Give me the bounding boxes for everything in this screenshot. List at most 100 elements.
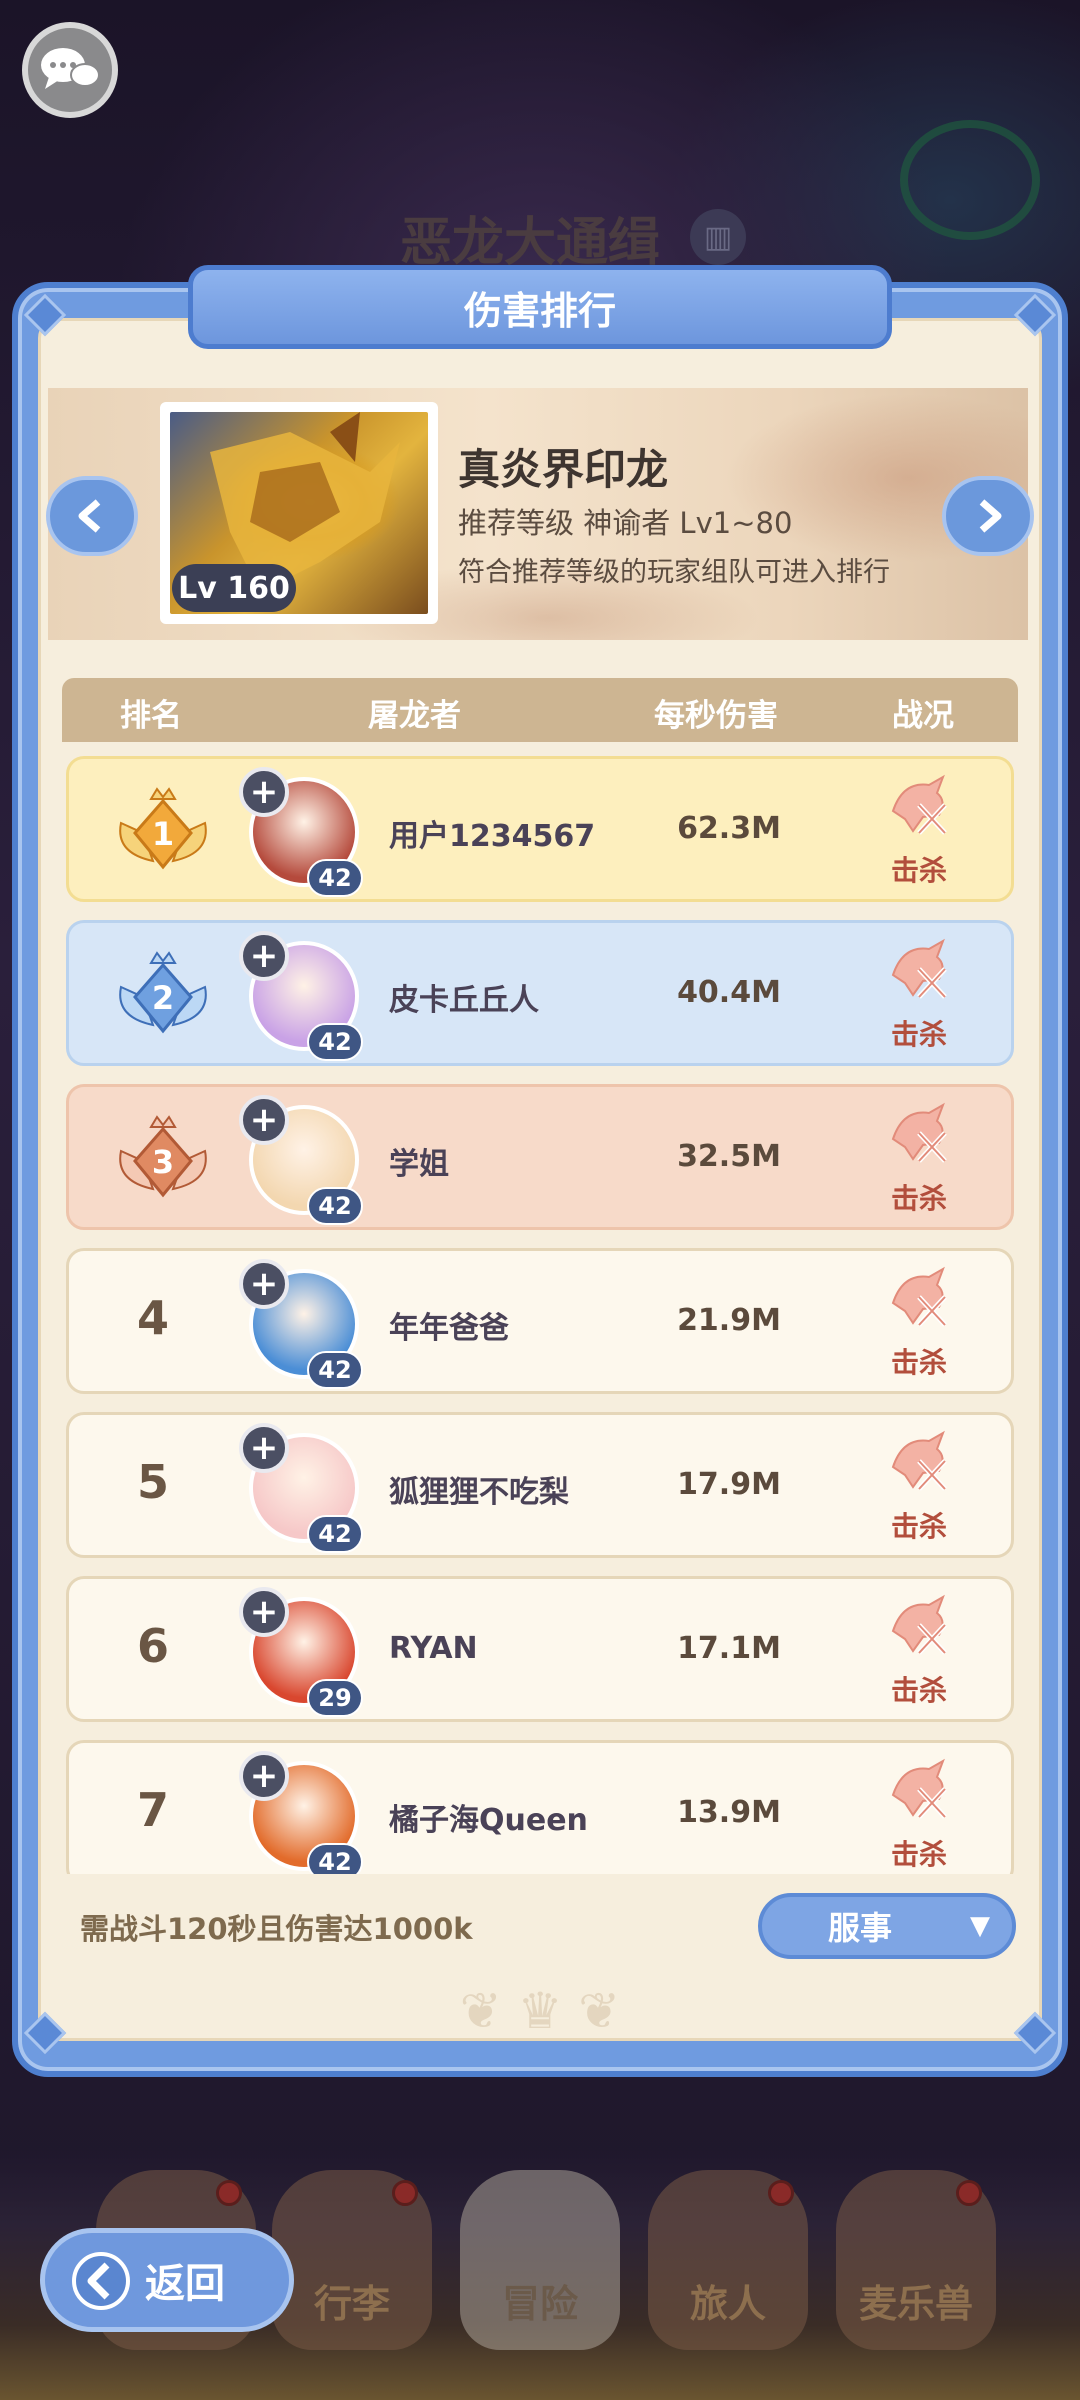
player-name: 狐狸狸不吃梨 — [389, 1475, 569, 1510]
back-arrow-icon — [72, 2252, 130, 2310]
boss-level-badge: Lv 160 — [172, 564, 296, 612]
battle-result: 击杀 — [869, 933, 969, 1059]
player-level-badge: 42 — [307, 1515, 363, 1553]
add-friend-icon[interactable]: + — [239, 1259, 289, 1309]
battle-result: 击杀 — [869, 1753, 969, 1874]
battle-result: 击杀 — [869, 769, 969, 895]
add-friend-icon[interactable]: + — [239, 1587, 289, 1637]
cat-ornament-icon: ❦ ♛ ❦ — [459, 1982, 621, 2040]
player-dps: 32.5M — [677, 1139, 781, 1174]
chat-bubbles-icon — [41, 48, 100, 89]
tab-traveler-label: 旅人 — [689, 2282, 766, 2326]
dragon-kill-icon — [891, 1430, 947, 1491]
player-level-badge: 42 — [307, 1023, 363, 1061]
back-button-label: 返回 — [145, 2261, 225, 2307]
player-avatar[interactable]: + 42 — [239, 767, 369, 897]
server-filter-dropdown[interactable]: 服事 ▼ — [758, 1893, 1016, 1959]
tab-pet-label: 麦乐兽 — [858, 2282, 973, 2326]
back-button[interactable]: 返回 — [40, 2228, 294, 2332]
background-ring-decoration — [900, 120, 1040, 240]
player-dps: 21.9M — [677, 1303, 781, 1338]
boss-recommended-level: 推荐等级 神谕者 Lv1~80 — [458, 506, 793, 540]
notification-dot — [768, 2180, 794, 2206]
player-dps: 17.1M — [677, 1631, 781, 1666]
notification-dot — [956, 2180, 982, 2206]
column-header-rank: 排名 — [120, 698, 182, 734]
table-row[interactable]: 5 + 42 狐狸狸不吃梨 17.9M 击杀 — [66, 1412, 1014, 1558]
book-icon[interactable]: ▥ — [690, 209, 747, 265]
player-avatar[interactable]: + 29 — [239, 1587, 369, 1717]
tab-luggage[interactable]: 行李 — [272, 2170, 432, 2350]
svg-text:1: 1 — [152, 815, 174, 853]
table-row[interactable]: 3 + 42 学姐 32.5M 击杀 — [66, 1084, 1014, 1230]
player-level-badge: 42 — [307, 1187, 363, 1225]
player-name: 年年爸爸 — [389, 1311, 509, 1346]
event-title-text: 恶龙大通缉 — [400, 212, 661, 273]
next-boss-button[interactable] — [942, 476, 1034, 556]
rank-medal-icon: 1 — [113, 783, 213, 883]
table-row[interactable]: 1 + 42 用户1234567 62.3M 击杀 — [66, 756, 1014, 902]
rank-medal-icon: 2 — [113, 947, 213, 1047]
player-name: 橘子海Queen — [389, 1803, 588, 1838]
player-level-badge: 29 — [307, 1679, 363, 1717]
rank-number: 5 — [136, 1455, 169, 1509]
add-friend-icon[interactable]: + — [239, 767, 289, 817]
notification-dot — [392, 2180, 418, 2206]
battle-result-label: 击杀 — [890, 1182, 947, 1215]
chat-button[interactable] — [22, 22, 118, 118]
dragon-kill-icon — [891, 1594, 947, 1655]
battle-result: 击杀 — [869, 1425, 969, 1551]
rank-number: 4 — [136, 1291, 169, 1345]
battle-result-label: 击杀 — [890, 1510, 947, 1543]
battle-result-label: 击杀 — [890, 1018, 947, 1051]
player-name: 用户1234567 — [389, 819, 596, 854]
table-row[interactable]: 4 + 42 年年爸爸 21.9M 击杀 — [66, 1248, 1014, 1394]
boss-name: 真炎界印龙 — [458, 445, 669, 494]
rank-medal-icon: 3 — [113, 1111, 213, 1211]
player-avatar[interactable]: + 42 — [239, 1751, 369, 1874]
player-dps: 13.9M — [677, 1795, 781, 1830]
player-avatar[interactable]: + 42 — [239, 1259, 369, 1389]
notification-dot — [216, 2180, 242, 2206]
player-dps: 40.4M — [677, 975, 781, 1010]
player-dps: 62.3M — [677, 811, 781, 846]
tab-pet[interactable]: 麦乐兽 — [836, 2170, 996, 2350]
player-avatar[interactable]: + 42 — [239, 1423, 369, 1553]
boss-ranking-note: 符合推荐等级的玩家组队可进入排行 — [458, 557, 890, 588]
battle-result: 击杀 — [869, 1261, 969, 1387]
chevron-right-icon — [979, 499, 1002, 533]
ranking-table-header: 排名 屠龙者 每秒伤害 战况 — [62, 678, 1018, 742]
table-row[interactable]: 7 + 42 橘子海Queen 13.9M 击杀 — [66, 1740, 1014, 1874]
dragon-kill-icon — [891, 774, 947, 835]
tab-adventure-label: 冒险 — [501, 2282, 578, 2326]
event-title: 恶龙大通缉 ▥ — [400, 202, 820, 273]
rank-number: 6 — [136, 1619, 169, 1673]
tab-adventure[interactable]: 冒险 — [460, 2170, 620, 2350]
ranking-list[interactable]: 1 + 42 用户1234567 62.3M 击杀 2 + 42 皮卡丘丘人 4… — [62, 756, 1018, 1874]
battle-result: 击杀 — [869, 1097, 969, 1223]
tab-luggage-label: 行李 — [313, 2282, 390, 2326]
svg-text:3: 3 — [152, 1143, 174, 1181]
add-friend-icon[interactable]: + — [239, 931, 289, 981]
player-avatar[interactable]: + 42 — [239, 931, 369, 1061]
player-name: RYAN — [389, 1631, 478, 1666]
table-row[interactable]: 2 + 42 皮卡丘丘人 40.4M 击杀 — [66, 920, 1014, 1066]
dragon-kill-icon — [891, 1102, 947, 1163]
battle-result-label: 击杀 — [890, 1674, 947, 1707]
player-dps: 17.9M — [677, 1467, 781, 1502]
svg-text:2: 2 — [152, 979, 174, 1017]
prev-boss-button[interactable] — [46, 476, 138, 556]
table-row[interactable]: 6 + 29 RYAN 17.1M 击杀 — [66, 1576, 1014, 1722]
column-header-slayer: 屠龙者 — [368, 698, 461, 734]
add-friend-icon[interactable]: + — [239, 1423, 289, 1473]
add-friend-icon[interactable]: + — [239, 1751, 289, 1801]
player-level-badge: 42 — [307, 1351, 363, 1389]
add-friend-icon[interactable]: + — [239, 1095, 289, 1145]
battle-result-label: 击杀 — [890, 1838, 947, 1871]
player-avatar[interactable]: + 42 — [239, 1095, 369, 1225]
triangle-down-icon: ▼ — [970, 1911, 990, 1941]
server-filter-label: 服事 — [828, 1909, 893, 1947]
tab-traveler[interactable]: 旅人 — [648, 2170, 808, 2350]
panel-title: 伤害排行 — [188, 265, 892, 349]
requirement-note: 需战斗120秒且伤害达1000k — [80, 1912, 473, 1946]
